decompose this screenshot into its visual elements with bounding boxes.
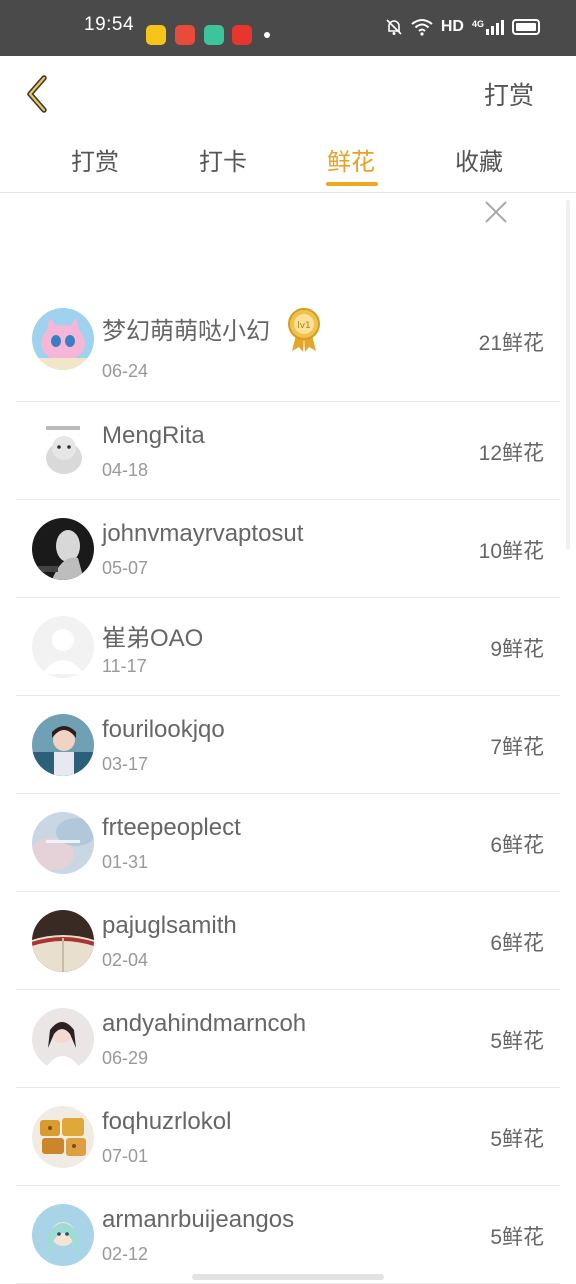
flower-count: 6鲜花 xyxy=(490,834,544,857)
user-name: 梦幻萌萌哒小幻 xyxy=(102,318,270,345)
list-date: 07-01 xyxy=(102,1146,149,1166)
list-date: 02-12 xyxy=(102,1244,149,1264)
flower-ranking-list: 梦幻萌萌哒小幻 lv1 06-24 21鲜花 MengRita 04-18 12… xyxy=(16,291,560,1284)
list-item[interactable]: 崔弟OAO 11-17 9鲜花 xyxy=(16,598,560,696)
shopping-notification-icon xyxy=(204,25,224,45)
flower-count: 21鲜花 xyxy=(478,332,544,355)
list-item[interactable]: johnvmayrvaptosut 05-07 10鲜花 xyxy=(16,500,560,598)
tab-flowers[interactable]: 鲜花 xyxy=(327,142,375,177)
avatar xyxy=(32,1106,94,1168)
status-bar: 19:54 HD 4G xyxy=(0,0,576,56)
battery-icon xyxy=(512,19,540,35)
avatar xyxy=(32,1008,94,1070)
flower-count: 6鲜花 xyxy=(490,932,544,955)
list-date: 02-04 xyxy=(102,950,149,970)
user-name: foqhuzrlokol xyxy=(102,1108,232,1135)
flower-count: 7鲜花 xyxy=(490,736,544,759)
list-item[interactable]: fourilookjqo 03-17 7鲜花 xyxy=(16,696,560,794)
user-name: armanrbuijeangos xyxy=(102,1206,295,1233)
list-item[interactable]: armanrbuijeangos 02-12 5鲜花 xyxy=(16,1186,560,1284)
tab-favorites[interactable]: 收藏 xyxy=(455,142,503,177)
user-name: pajuglsamith xyxy=(102,912,237,939)
list-date: 05-07 xyxy=(102,558,149,578)
avatar xyxy=(32,910,94,972)
avatar xyxy=(32,308,94,370)
status-time: 19:54 xyxy=(84,14,135,35)
flower-count: 5鲜花 xyxy=(490,1226,544,1249)
list-date: 06-24 xyxy=(102,361,149,381)
flower-count: 12鲜花 xyxy=(478,442,544,465)
avatar xyxy=(32,616,94,678)
user-name: frteepeoplect xyxy=(102,814,241,841)
medal-level-label: lv1 xyxy=(297,321,311,331)
status-indicators: HD 4G xyxy=(385,18,540,36)
list-item[interactable]: MengRita 04-18 12鲜花 xyxy=(16,402,560,500)
level-medal-icon: lv1 xyxy=(288,308,320,352)
list-date: 06-29 xyxy=(102,1048,149,1068)
scrollbar[interactable] xyxy=(566,200,570,550)
list-date: 11-17 xyxy=(102,656,147,676)
more-notifications-icon xyxy=(264,32,270,38)
user-name: fourilookjqo xyxy=(102,716,225,743)
list-date: 01-31 xyxy=(102,852,149,872)
list-item[interactable]: pajuglsamith 02-04 6鲜花 xyxy=(16,892,560,990)
flower-count: 9鲜花 xyxy=(490,638,544,661)
list-item[interactable]: foqhuzrlokol 07-01 5鲜花 xyxy=(16,1088,560,1186)
avatar xyxy=(32,518,94,580)
avatar xyxy=(32,1204,94,1266)
wifi-icon xyxy=(411,19,433,36)
list-item[interactable]: andyahindmarncoh 06-29 5鲜花 xyxy=(16,990,560,1088)
user-name: 崔弟OAO xyxy=(102,625,204,652)
tip-button[interactable]: 打赏 xyxy=(484,76,534,112)
flower-count: 10鲜花 xyxy=(478,540,544,563)
signal-label: 4G xyxy=(471,19,484,29)
mute-bell-icon xyxy=(386,19,402,35)
list-item[interactable]: frteepeoplect 01-31 6鲜花 xyxy=(16,794,560,892)
back-chevron-icon[interactable] xyxy=(22,74,54,114)
list-item[interactable]: 梦幻萌萌哒小幻 lv1 06-24 21鲜花 xyxy=(16,291,560,402)
network-label: HD xyxy=(440,18,464,35)
tab-bar: 打赏 打卡 鲜花 收藏 xyxy=(0,128,576,193)
avatar xyxy=(32,714,94,776)
header: 打赏 xyxy=(0,56,576,128)
user-name: johnvmayrvaptosut xyxy=(102,520,304,547)
home-indicator[interactable] xyxy=(192,1274,384,1280)
list-date: 04-18 xyxy=(102,460,149,480)
tab-checkin[interactable]: 打卡 xyxy=(199,142,247,177)
cellular-signal-icon: 4G xyxy=(472,19,504,35)
list-date: 03-17 xyxy=(102,754,149,774)
user-name: MengRita xyxy=(102,422,205,449)
avatar xyxy=(32,420,94,482)
calendar-notification-icon xyxy=(175,25,195,45)
avatar xyxy=(32,812,94,874)
tab-tip[interactable]: 打赏 xyxy=(71,142,119,177)
active-tab-indicator xyxy=(326,182,378,186)
close-icon[interactable] xyxy=(482,198,510,226)
user-name: andyahindmarncoh xyxy=(102,1010,307,1037)
flower-count: 5鲜花 xyxy=(490,1030,544,1053)
flower-count: 5鲜花 xyxy=(490,1128,544,1151)
news-notification-icon xyxy=(232,25,252,45)
app-notification-icon xyxy=(146,25,166,45)
